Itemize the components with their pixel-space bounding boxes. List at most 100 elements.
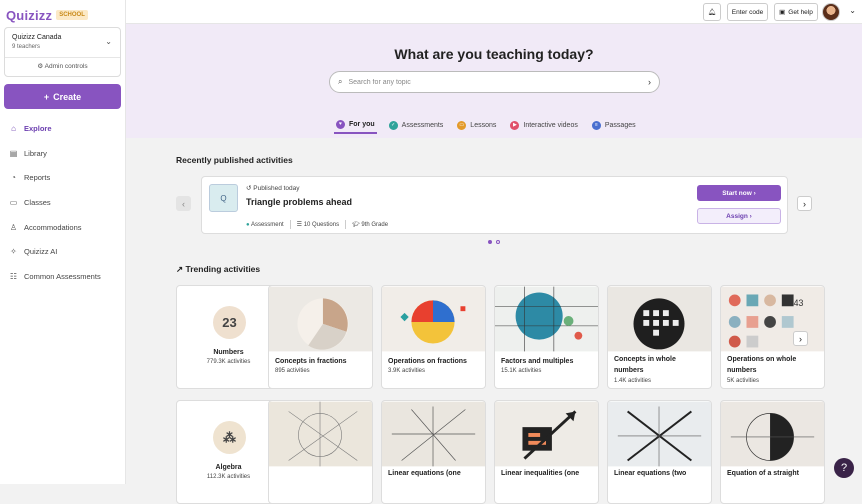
sidebar-item-label: Reports bbox=[24, 173, 51, 183]
help-button[interactable]: ? bbox=[834, 458, 854, 478]
trending-card-algebra[interactable]: ⁂ Algebra 112.3K activities bbox=[176, 400, 281, 504]
get-help-button[interactable]: ▣ Get help bbox=[774, 3, 818, 21]
content-tabs: ♥ For you ✓ Assessments ▭ Lessons ▶ Interact… bbox=[334, 116, 638, 136]
factors-image bbox=[495, 286, 598, 352]
sidebar-item-explore[interactable]: ⌂ Explore bbox=[0, 116, 125, 141]
inequalities-image bbox=[495, 401, 598, 467]
sidebar-item-accommodations[interactable]: ♙ Accommodations bbox=[0, 215, 125, 240]
trending-card-linear-inequalities-one[interactable]: Linear inequalities (one bbox=[494, 400, 599, 504]
topic-name: Linear equations (one bbox=[388, 470, 461, 477]
topic-count: 5K activities bbox=[727, 378, 760, 384]
tab-label: Assessments bbox=[401, 121, 444, 129]
trending-card[interactable] bbox=[268, 400, 373, 504]
heart-icon: ♥ bbox=[336, 119, 345, 129]
tab-interactive-videos[interactable]: ▶ Interactive videos bbox=[508, 116, 579, 134]
search-bar[interactable]: ⌕ › bbox=[329, 71, 660, 93]
create-button[interactable]: + Create bbox=[4, 84, 121, 109]
quiz-icon: Q bbox=[220, 193, 227, 203]
search-input[interactable] bbox=[348, 78, 642, 86]
organization-switcher[interactable]: Quizizz Canada 9 teachers ⌄ ⚙ Admin cont… bbox=[4, 27, 121, 77]
accommodations-icon: ♙ bbox=[9, 222, 18, 232]
assign-button[interactable]: Assign › bbox=[697, 208, 781, 224]
video-icon: ▶ bbox=[510, 120, 520, 130]
classes-icon: ▭ bbox=[9, 197, 18, 207]
published-status: ↺ Published today bbox=[246, 184, 300, 192]
trending-card-numbers[interactable]: 23 Numbers 779.3K activities bbox=[176, 285, 281, 389]
tab-passages[interactable]: ≡ Passages bbox=[590, 116, 638, 134]
divider bbox=[345, 220, 347, 229]
trending-card-factors-and-multiples[interactable]: Factors and multiples 15.1K activities bbox=[494, 285, 599, 389]
plus-icon: + bbox=[43, 91, 50, 102]
assessment-type-badge: ● Assessment bbox=[246, 222, 284, 228]
chevron-right-icon[interactable]: › bbox=[648, 77, 651, 87]
admin-controls-link[interactable]: ⚙ Admin controls bbox=[5, 62, 120, 70]
topic-name: Operations on fractions bbox=[388, 358, 467, 365]
topic-count: 895 activities bbox=[275, 368, 310, 374]
straight-line-image bbox=[721, 401, 824, 467]
trending-card-linear-equations-two[interactable]: Linear equations (two bbox=[607, 400, 712, 504]
chevron-down-icon[interactable]: ⌄ bbox=[849, 6, 856, 15]
assign-label: Assign bbox=[726, 212, 748, 220]
published-label: Published today bbox=[253, 185, 300, 192]
topic-name: Concepts in fractions bbox=[275, 358, 347, 365]
help-chat-icon: ▣ bbox=[779, 9, 786, 16]
notifications-button[interactable]: 🔔︎ bbox=[703, 3, 721, 21]
trending-card-linear-equations-one[interactable]: Linear equations (one bbox=[381, 400, 486, 504]
carousel-pagination bbox=[488, 240, 500, 244]
trending-next-button[interactable]: › bbox=[793, 331, 808, 346]
sidebar-item-label: Library bbox=[24, 148, 47, 158]
sidebar-item-classes[interactable]: ▭ Classes bbox=[0, 190, 125, 215]
top-bar: 🔔︎ Enter code ▣ Get help ⌄ bbox=[126, 0, 862, 24]
topic-name: Operations on whole numbers bbox=[727, 356, 797, 374]
tab-lessons[interactable]: ▭ Lessons bbox=[455, 116, 498, 134]
numbers-icon: 23 bbox=[213, 306, 246, 339]
create-label: Create bbox=[53, 91, 82, 102]
pagination-dot[interactable] bbox=[496, 240, 500, 244]
admin-controls-label: Admin controls bbox=[44, 63, 88, 70]
trending-card-concepts-in-fractions[interactable]: Concepts in fractions 895 activities bbox=[268, 285, 373, 389]
topic-name: Factors and multiples bbox=[501, 358, 574, 365]
quizizz-logo[interactable]: Quizizz SCHOOL bbox=[6, 8, 88, 23]
trending-card-operations-on-whole-numbers[interactable]: 43 Operations on whole numbers 5K activi… bbox=[720, 285, 825, 389]
trending-card-equation-of-a-straight[interactable]: Equation of a straight bbox=[720, 400, 825, 504]
enter-code-label: Enter code bbox=[731, 8, 764, 16]
trending-card-concepts-in-whole-numbers[interactable]: Concepts in whole numbers 1.4K activitie… bbox=[607, 285, 712, 389]
question-count-label: 10 Questions bbox=[303, 222, 340, 228]
sidebar-item-quizizz-ai[interactable]: ✧ Quizizz AI bbox=[0, 239, 125, 264]
assessments-icon: ☷ bbox=[9, 271, 18, 281]
sidebar-item-library[interactable]: ▤ Library bbox=[0, 141, 125, 166]
trending-icon: ↗ bbox=[176, 264, 184, 274]
home-icon: ⌂ bbox=[11, 123, 16, 133]
get-help-label: Get help bbox=[788, 8, 813, 16]
topic-count: 112.3K activities bbox=[206, 474, 251, 480]
sidebar-item-reports[interactable]: ◔ Reports bbox=[0, 165, 125, 190]
avatar[interactable] bbox=[822, 3, 840, 21]
trending-card-operations-on-fractions[interactable]: Operations on fractions 3.9K activities bbox=[381, 285, 486, 389]
chevron-right-icon: › bbox=[749, 212, 752, 220]
topic-count: 15.1K activities bbox=[501, 368, 542, 374]
carousel-prev-button[interactable]: ‹ bbox=[176, 196, 191, 211]
sidebar-item-label: Quizizz AI bbox=[24, 247, 58, 257]
activity-type: Assessment bbox=[250, 221, 284, 228]
carousel-next-button[interactable]: › bbox=[797, 196, 812, 211]
grade-label: 9th Grade bbox=[361, 222, 389, 228]
gear-icon: ⚙ bbox=[37, 63, 44, 70]
topic-name: Linear inequalities (one bbox=[501, 470, 580, 477]
page-title: What are you teaching today? bbox=[394, 46, 594, 62]
activity-thumbnail: Q bbox=[209, 184, 238, 212]
sidebar-item-label: Common Assessments bbox=[24, 271, 101, 281]
sidebar-item-common-assessments[interactable]: ☷ Common Assessments bbox=[0, 264, 125, 289]
hero-section: What are you teaching today? ⌕ › ♥ For yo… bbox=[126, 24, 862, 138]
grade-level: 🎓︎ 9th Grade bbox=[352, 221, 388, 228]
pagination-dot-active[interactable] bbox=[488, 240, 492, 244]
whole-numbers-image bbox=[608, 286, 711, 352]
recent-activity-card[interactable]: Q ↺ Published today Triangle problems ah… bbox=[201, 176, 788, 234]
enter-code-button[interactable]: Enter code bbox=[727, 3, 768, 21]
recent-section-title: Recently published activities bbox=[176, 155, 293, 165]
topic-name: Concepts in whole numbers bbox=[614, 356, 676, 374]
assessment-icon: ● bbox=[246, 221, 250, 228]
tab-assessments[interactable]: ✓ Assessments bbox=[387, 116, 446, 134]
start-now-button[interactable]: Start now › bbox=[697, 185, 781, 201]
chevron-left-icon: ‹ bbox=[182, 198, 185, 209]
tab-for-you[interactable]: ♥ For you bbox=[334, 116, 377, 134]
